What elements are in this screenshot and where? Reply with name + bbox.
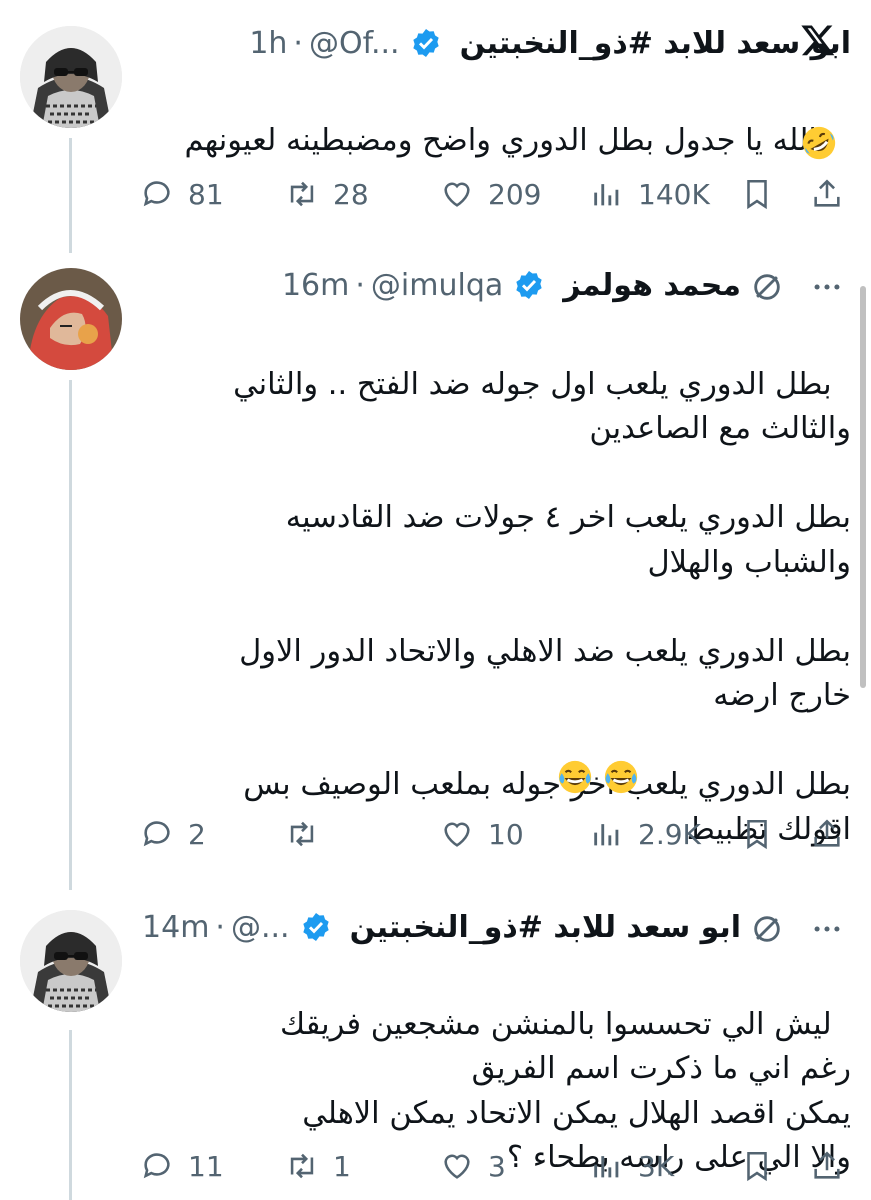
reply-button[interactable]: 81 bbox=[140, 170, 224, 218]
grok-icon[interactable] bbox=[750, 912, 784, 946]
share-icon bbox=[814, 819, 840, 847]
reply-count: 11 bbox=[188, 1149, 224, 1183]
separator-dot: · bbox=[293, 25, 303, 61]
views-icon bbox=[594, 824, 619, 846]
bookmark-button[interactable] bbox=[740, 810, 774, 858]
reply-icon bbox=[143, 821, 170, 847]
reply-icon bbox=[143, 181, 170, 207]
like-icon bbox=[444, 182, 470, 207]
views-button[interactable]: 2.9K bbox=[590, 810, 701, 858]
repost-count: 28 bbox=[333, 177, 369, 211]
reply-icon bbox=[143, 1153, 170, 1179]
display-name[interactable]: ابو سعد للابد #ذو_النخبتين bbox=[350, 910, 741, 945]
repost-count: 1 bbox=[333, 1149, 351, 1183]
timestamp[interactable]: 1h bbox=[249, 26, 287, 61]
tears-of-joy-emojis bbox=[556, 758, 640, 796]
views-button[interactable]: 3K bbox=[590, 1142, 674, 1190]
views-count: 3K bbox=[638, 1149, 675, 1183]
tweet-header: 14m · @... ابو سعد للابد #ذو_النخبتين bbox=[140, 902, 851, 952]
tweet-actions: 2 10 2.9K bbox=[140, 810, 851, 858]
tweet-meta: 16m · @imulqa محمد هولمز bbox=[282, 260, 741, 310]
more-icon[interactable] bbox=[810, 912, 844, 946]
avatar[interactable] bbox=[20, 268, 122, 370]
views-icon bbox=[594, 184, 619, 206]
separator-dot: · bbox=[215, 909, 225, 945]
verified-badge-icon bbox=[302, 913, 329, 941]
share-button[interactable] bbox=[810, 1142, 844, 1190]
rolling-on-floor-laughing-icon bbox=[802, 126, 836, 160]
bookmark-button[interactable] bbox=[740, 1142, 774, 1190]
like-count: 209 bbox=[488, 177, 542, 211]
like-count: 3 bbox=[488, 1149, 506, 1183]
like-count: 10 bbox=[488, 817, 524, 851]
grok-icon[interactable] bbox=[750, 270, 784, 304]
thread-line bbox=[69, 138, 72, 253]
share-icon bbox=[814, 179, 840, 207]
bookmark-button[interactable] bbox=[740, 170, 774, 218]
display-name[interactable]: ابو سعد للابد #ذو_النخبتين bbox=[460, 26, 851, 61]
share-button[interactable] bbox=[810, 810, 844, 858]
share-button[interactable] bbox=[810, 170, 844, 218]
tweet-text: والله يا جدول بطل الدوري واضح ومضبطينه ل… bbox=[140, 74, 851, 163]
avatar-image bbox=[20, 910, 122, 1012]
header-actions bbox=[750, 270, 844, 304]
repost-icon bbox=[290, 1153, 314, 1179]
reply-count: 81 bbox=[188, 177, 224, 211]
like-button[interactable]: 10 bbox=[440, 810, 524, 858]
bookmark-icon bbox=[747, 1151, 767, 1182]
verified-badge-icon bbox=[516, 271, 542, 299]
thread-line bbox=[69, 1030, 72, 1200]
share-icon bbox=[814, 1151, 840, 1179]
like-button[interactable]: 209 bbox=[440, 170, 541, 218]
rolling-laughing-emoji bbox=[800, 124, 838, 162]
face-with-tears-of-joy-icon bbox=[558, 760, 592, 794]
scrollbar[interactable] bbox=[860, 286, 866, 688]
bookmark-icon bbox=[747, 819, 767, 850]
avatar[interactable] bbox=[20, 26, 122, 128]
user-handle[interactable]: @Of... bbox=[309, 26, 400, 61]
tweet-meta: 14m · @... ابو سعد للابد #ذو_النخبتين bbox=[142, 902, 741, 952]
like-button[interactable]: 3 bbox=[440, 1142, 506, 1190]
tweet-header: 1h · @Of... ابو سعد للابد #ذو_النخبتين bbox=[140, 18, 851, 68]
views-count: 140K bbox=[638, 177, 710, 211]
repost-icon bbox=[290, 821, 314, 847]
repost-icon bbox=[290, 181, 314, 207]
repost-button[interactable]: 1 bbox=[285, 1142, 351, 1190]
timestamp[interactable]: 16m bbox=[282, 268, 349, 303]
tweet-text-content: بطل الدوري يلعب اول جوله ضد الفتح .. وال… bbox=[233, 366, 851, 847]
more-icon[interactable] bbox=[810, 270, 844, 304]
repost-button[interactable] bbox=[285, 810, 333, 858]
avatar[interactable] bbox=[20, 910, 122, 1012]
avatar-image bbox=[20, 268, 122, 370]
avatar-image bbox=[20, 26, 122, 128]
tweet-actions: 11 1 3 3K bbox=[140, 1142, 851, 1190]
tweet-text: بطل الدوري يلعب اول جوله ضد الفتح .. وال… bbox=[140, 318, 851, 852]
tweet-header: 16m · @imulqa محمد هولمز bbox=[140, 260, 851, 310]
reply-button[interactable]: 11 bbox=[140, 1142, 224, 1190]
display-name[interactable]: محمد هولمز bbox=[563, 268, 741, 303]
views-button[interactable]: 140K bbox=[590, 170, 710, 218]
reply-count: 2 bbox=[188, 817, 206, 851]
header-actions bbox=[750, 912, 844, 946]
thread-line bbox=[69, 380, 72, 890]
repost-button[interactable]: 28 bbox=[285, 170, 369, 218]
bookmark-icon bbox=[747, 179, 767, 210]
timestamp[interactable]: 14m bbox=[142, 910, 209, 945]
user-handle[interactable]: @... bbox=[231, 910, 290, 945]
like-icon bbox=[444, 822, 470, 847]
reply-button[interactable]: 2 bbox=[140, 810, 206, 858]
separator-dot: · bbox=[355, 267, 365, 303]
views-icon bbox=[594, 1156, 619, 1178]
face-with-tears-of-joy-icon bbox=[604, 760, 638, 794]
views-count: 2.9K bbox=[638, 817, 701, 851]
tweet-meta: 1h · @Of... ابو سعد للابد #ذو_النخبتين bbox=[249, 18, 851, 68]
like-icon bbox=[444, 1154, 470, 1179]
tweet-actions: 81 28 209 140K bbox=[140, 170, 851, 218]
verified-badge-icon bbox=[412, 29, 439, 57]
user-handle[interactable]: @imulqa bbox=[371, 268, 503, 303]
tweet-text-content: والله يا جدول بطل الدوري واضح ومضبطينه ل… bbox=[184, 122, 832, 158]
